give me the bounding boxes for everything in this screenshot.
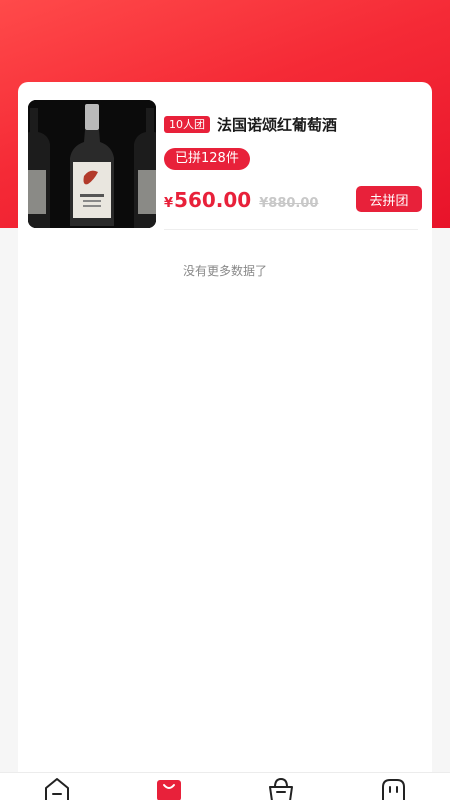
home-icon (45, 778, 69, 800)
current-price-value: 560.00 (174, 188, 252, 212)
shopping-bag-icon (157, 780, 181, 800)
chat-icon (382, 779, 405, 800)
product-card[interactable]: 10人团 法国诺颂红葡萄酒 已拼128件 ¥560.00 ¥880.00 去拼团 (28, 100, 422, 228)
group-size-tag: 10人团 (164, 116, 210, 133)
no-more-data-text: 没有更多数据了 (182, 264, 267, 278)
joined-count-badge: 已拼128件 (164, 148, 250, 170)
join-group-button[interactable]: 去拼团 (356, 186, 422, 212)
wine-bottle-photo (28, 100, 156, 228)
original-price: ¥880.00 (259, 196, 319, 211)
basket-icon (269, 777, 293, 800)
group-buy-panel: 10人团 法国诺颂红葡萄酒 已拼128件 ¥560.00 ¥880.00 去拼团… (18, 82, 432, 782)
product-title[interactable]: 法国诺颂红葡萄酒 (217, 114, 337, 135)
product-info: 10人团 法国诺颂红葡萄酒 已拼128件 ¥560.00 ¥880.00 去拼团 (164, 100, 422, 228)
title-row: 10人团 法国诺颂红葡萄酒 (164, 114, 337, 135)
currency-symbol: ¥ (164, 196, 174, 211)
current-price: ¥560.00 (164, 188, 251, 212)
product-image[interactable] (28, 100, 156, 228)
tab-chat[interactable] (378, 777, 408, 800)
tab-home[interactable] (42, 777, 72, 800)
divider (164, 229, 418, 230)
tab-basket[interactable] (266, 777, 296, 800)
tab-group-buy[interactable] (154, 777, 184, 800)
bottom-tab-bar (0, 772, 450, 800)
price-row: ¥560.00 ¥880.00 (164, 188, 318, 212)
